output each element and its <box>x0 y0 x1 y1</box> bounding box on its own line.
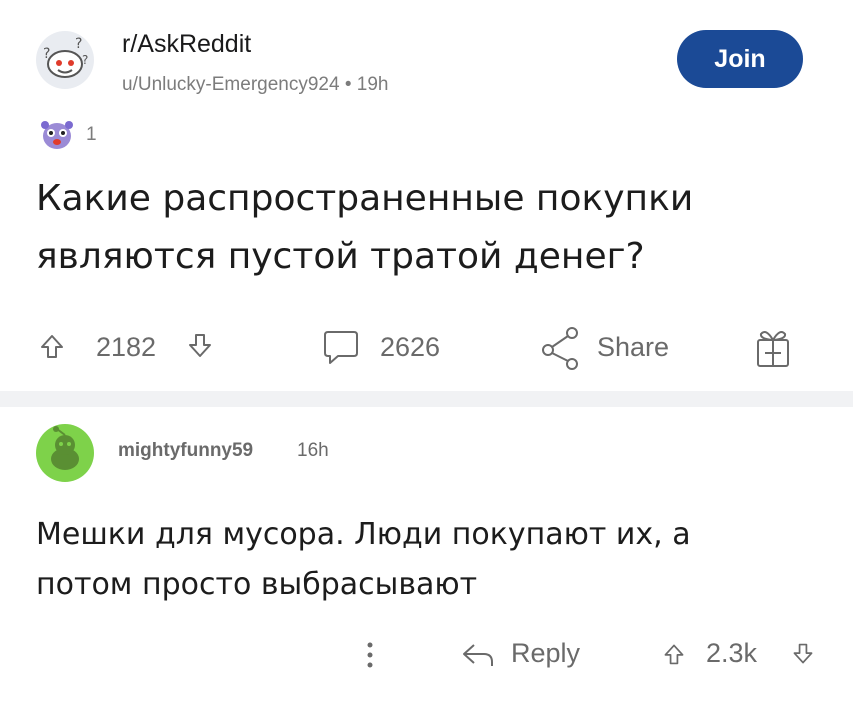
svg-text:?: ? <box>43 46 50 62</box>
reply-label[interactable]: Reply <box>511 638 580 669</box>
subreddit-name[interactable]: r/AskReddit <box>122 30 251 59</box>
award-icon[interactable] <box>38 117 76 151</box>
more-vertical-icon <box>367 642 373 668</box>
section-divider <box>0 391 853 407</box>
svg-text:?: ? <box>82 53 88 67</box>
share-icon <box>542 327 578 370</box>
share-button[interactable] <box>538 324 586 372</box>
post-header: ? ? ? r/AskReddit u/Unlucky-Emergency924… <box>0 0 853 130</box>
reply-button[interactable] <box>460 640 496 670</box>
upvote-button[interactable] <box>38 332 66 360</box>
post-title[interactable]: Какие распространенные покупки являются … <box>36 170 796 286</box>
arrow-down-icon <box>793 643 813 664</box>
comments-button[interactable] <box>322 328 360 366</box>
subreddit-avatar-icon[interactable]: ? ? ? <box>35 30 95 90</box>
comment-body: Мешки для мусора. Люди покупают их, а по… <box>36 517 691 602</box>
meta-separator: • <box>344 74 352 95</box>
user-avatar[interactable] <box>35 423 95 483</box>
reply-arrow-icon <box>463 644 493 666</box>
comment-score: 2.3k <box>706 638 758 668</box>
comment-upvote-button[interactable] <box>662 641 686 667</box>
award-count: 1 <box>86 124 97 145</box>
share-label[interactable]: Share <box>597 332 669 363</box>
comment-downvote-button[interactable] <box>791 641 815 667</box>
upvote-count: 2182 <box>96 332 157 362</box>
svg-text:?: ? <box>75 36 82 52</box>
post-age: 19h <box>356 74 389 95</box>
join-button[interactable]: Join <box>677 30 803 88</box>
post-author[interactable]: u/Unlucky-Emergency924 <box>122 74 340 95</box>
post-action-bar: 2182 2626 Share <box>0 322 853 372</box>
comment-action-bar: Reply 2.3k <box>0 630 853 680</box>
comment-bubble-icon <box>324 331 358 364</box>
arrow-down-icon <box>189 334 211 357</box>
comment-count: 2626 <box>380 332 441 362</box>
arrow-up-icon <box>41 335 63 358</box>
comment-username[interactable]: mightyfunny59 <box>118 440 253 462</box>
gift-icon <box>757 331 789 367</box>
more-options-button[interactable] <box>360 638 380 672</box>
gift-button[interactable] <box>752 324 794 370</box>
comment-age: 16h <box>297 440 329 461</box>
post-meta: u/Unlucky-Emergency924 • 19h <box>122 74 388 96</box>
arrow-up-icon <box>664 644 684 665</box>
downvote-button[interactable] <box>186 332 214 360</box>
